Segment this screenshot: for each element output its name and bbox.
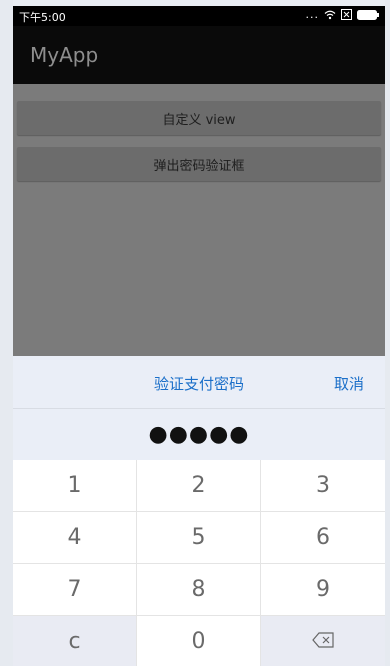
status-icons: ... — [305, 8, 379, 21]
key-5[interactable]: 5 — [137, 512, 260, 563]
key-4[interactable]: 4 — [13, 512, 136, 563]
emulator-frame-left — [0, 0, 13, 666]
password-field[interactable]: ●●●●● — [13, 409, 385, 460]
status-time: 下午5:00 — [19, 11, 66, 24]
key-9[interactable]: 9 — [261, 564, 385, 615]
backspace-key[interactable] — [261, 616, 385, 666]
key-clear[interactable]: c — [13, 616, 136, 666]
key-2[interactable]: 2 — [137, 460, 260, 511]
backspace-icon — [312, 629, 334, 654]
action-bar: MyApp — [13, 26, 385, 84]
status-dots: ... — [305, 8, 319, 21]
emulator-frame-right — [385, 0, 390, 666]
phone-screen: 下午5:00 ... MyApp 自定义 view 弹出密码验证框 验证支付密码… — [13, 6, 385, 666]
password-dialog: 验证支付密码 取消 ●●●●● 1 2 3 4 5 6 7 8 9 c 0 — [13, 356, 385, 666]
number-keypad: 1 2 3 4 5 6 7 8 9 c 0 — [13, 460, 385, 666]
app-title: MyApp — [30, 43, 99, 67]
main-content: 自定义 view 弹出密码验证框 — [13, 84, 385, 356]
key-7[interactable]: 7 — [13, 564, 136, 615]
sim-icon — [341, 9, 352, 20]
cancel-button[interactable]: 取消 — [334, 373, 364, 394]
key-1[interactable]: 1 — [13, 460, 136, 511]
key-3[interactable]: 3 — [261, 460, 385, 511]
custom-view-button[interactable]: 自定义 view — [17, 101, 381, 135]
status-bar: 下午5:00 ... — [13, 6, 385, 26]
wifi-icon — [324, 10, 336, 20]
dialog-header: 验证支付密码 取消 — [13, 356, 385, 409]
key-0[interactable]: 0 — [137, 616, 260, 666]
dialog-title: 验证支付密码 — [153, 375, 244, 393]
show-password-dialog-button[interactable]: 弹出密码验证框 — [17, 147, 381, 181]
battery-icon — [357, 9, 379, 20]
key-8[interactable]: 8 — [137, 564, 260, 615]
key-6[interactable]: 6 — [261, 512, 385, 563]
